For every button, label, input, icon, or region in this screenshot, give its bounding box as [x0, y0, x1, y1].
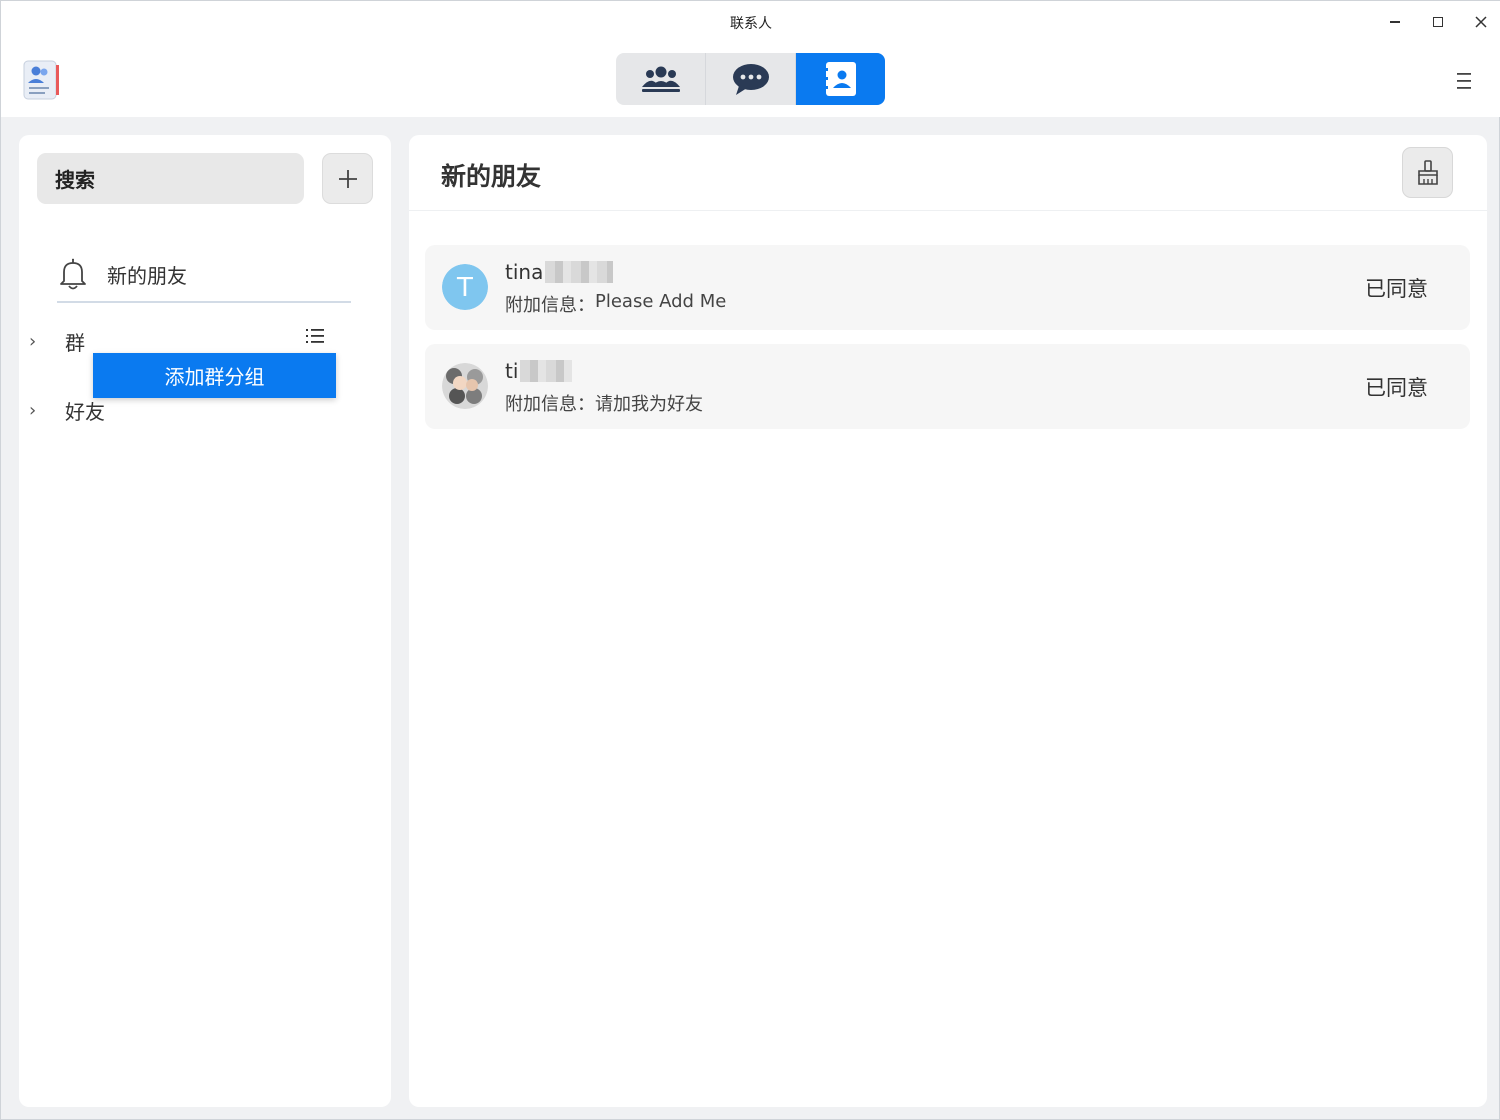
page-title: 新的朋友 [441, 162, 542, 191]
search-input[interactable]: 搜索 [37, 153, 304, 204]
sidebar-item-new-friends[interactable]: 新的朋友 [57, 247, 351, 303]
request-note: 附加信息： 请加我为好友 [505, 394, 703, 415]
window-title: 联系人 [730, 16, 772, 32]
minimize-icon [1390, 21, 1400, 23]
tab-groups[interactable] [616, 53, 706, 105]
maximize-button[interactable] [1422, 9, 1454, 35]
list-menu-icon[interactable] [305, 327, 325, 345]
list-item[interactable]: ti 附加信息： 请加我为好友 已同意 [425, 344, 1470, 429]
view-switcher [616, 53, 885, 105]
app-logo-icon [23, 60, 59, 100]
avatar [442, 363, 488, 409]
panel-header: 新的朋友 [409, 135, 1487, 211]
tab-contacts[interactable] [796, 53, 885, 105]
app-window: 联系人 搜索 新的朋友 › 群 › 好友 添加群分组 新的朋友 T tina 附… [0, 0, 1500, 1120]
contact-card-icon [823, 62, 856, 96]
chevron-right-icon: › [29, 330, 37, 352]
clear-button[interactable] [1402, 147, 1453, 198]
bell-icon [60, 258, 86, 290]
main-menu-icon[interactable] [1451, 69, 1477, 93]
status-label: 已同意 [1365, 277, 1428, 301]
titlebar: 联系人 [1, 1, 1500, 117]
contact-name: ti [505, 359, 573, 383]
contact-name: tina [505, 260, 614, 284]
redacted-text [545, 261, 614, 283]
add-button[interactable] [322, 153, 373, 204]
sidebar-item-label: 新的朋友 [107, 263, 187, 288]
maximize-icon [1433, 17, 1443, 27]
chat-bubble-icon [732, 64, 769, 95]
status-label: 已同意 [1365, 376, 1428, 400]
tree-item-label: 群 [65, 330, 85, 355]
list-item[interactable]: T tina 附加信息： Please Add Me 已同意 [425, 245, 1470, 330]
tab-chat[interactable] [706, 53, 796, 105]
request-note: 附加信息： Please Add Me [505, 291, 727, 316]
broom-icon [1417, 159, 1438, 185]
chevron-right-icon: › [29, 399, 37, 421]
people-group-icon [641, 66, 680, 92]
plus-icon [338, 169, 357, 188]
svg-text:T: T [456, 273, 473, 303]
redacted-text [520, 360, 573, 382]
main-panel: 新的朋友 T tina 附加信息： Please Add Me 已同意 ti 附… [409, 135, 1487, 1107]
minimize-button[interactable] [1379, 9, 1411, 35]
context-menu-add-group[interactable]: 添加群分组 [93, 353, 336, 398]
avatar: T [442, 264, 488, 310]
close-button[interactable] [1465, 9, 1497, 35]
sidebar: 搜索 新的朋友 › 群 › 好友 添加群分组 [19, 135, 391, 1107]
tree-item-label: 好友 [65, 399, 105, 424]
close-icon [1475, 16, 1487, 28]
